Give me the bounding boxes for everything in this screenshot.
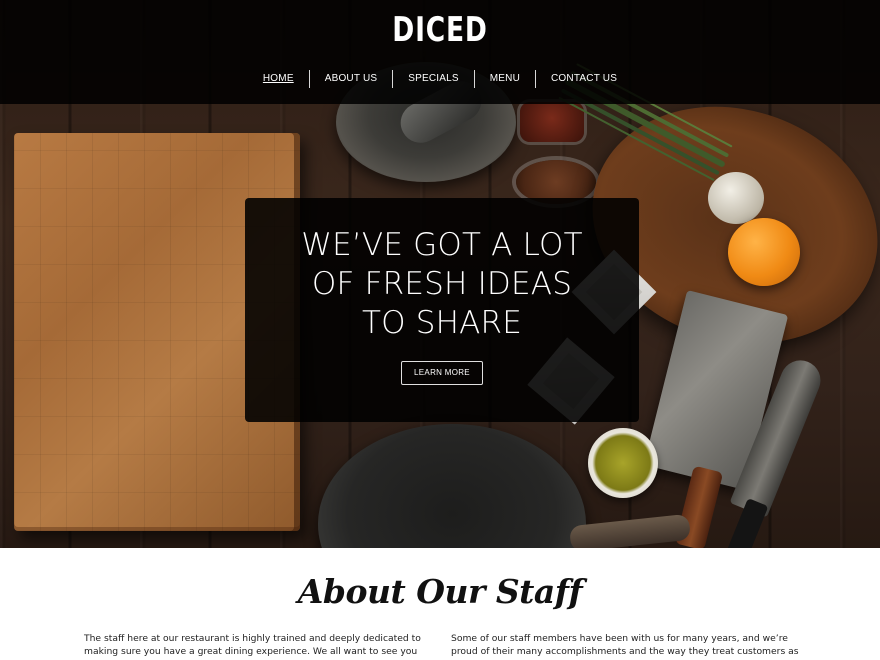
hero-heading: WE’VE GOT A LOT OF FRESH IDEAS TO SHARE (245, 226, 639, 343)
site-header: DICED HOME ABOUT US SPECIALS MENU CONTAC… (0, 0, 880, 104)
hero-heading-line: OF FRESH IDEAS (311, 266, 573, 302)
pan-handle-image (568, 513, 692, 548)
about-paragraph-left: The staff here at our restaurant is high… (84, 633, 421, 660)
about-paragraph-right: Some of our staff members have been with… (451, 633, 799, 660)
main-nav: HOME ABOUT US SPECIALS MENU CONTACT US (0, 70, 880, 88)
hero-card: WE’VE GOT A LOT OF FRESH IDEAS TO SHARE … (245, 198, 639, 422)
orange-image (728, 218, 800, 286)
nav-item-about-us[interactable]: ABOUT US (308, 70, 393, 88)
frying-pan-image (318, 424, 586, 548)
hero-heading-line: TO SHARE (361, 305, 523, 341)
about-title: About Our Staff (297, 572, 583, 611)
spice-jar-image (520, 102, 584, 142)
nav-item-menu[interactable]: MENU (473, 70, 535, 88)
nav-item-home[interactable]: HOME (248, 70, 309, 88)
nav-item-specials[interactable]: SPECIALS (392, 70, 474, 88)
garlic-image (708, 172, 764, 224)
site-logo[interactable]: DICED (97, 10, 783, 50)
about-section: About Our Staff The staff here at our re… (0, 548, 880, 660)
nav-item-contact-us[interactable]: CONTACT US (535, 70, 632, 88)
learn-more-button[interactable]: LEARN MORE (401, 361, 483, 385)
olive-oil-bowl-image (588, 428, 658, 498)
knife-handle-image (725, 498, 769, 548)
hero-heading-line: WE’VE GOT A LOT (301, 227, 583, 263)
